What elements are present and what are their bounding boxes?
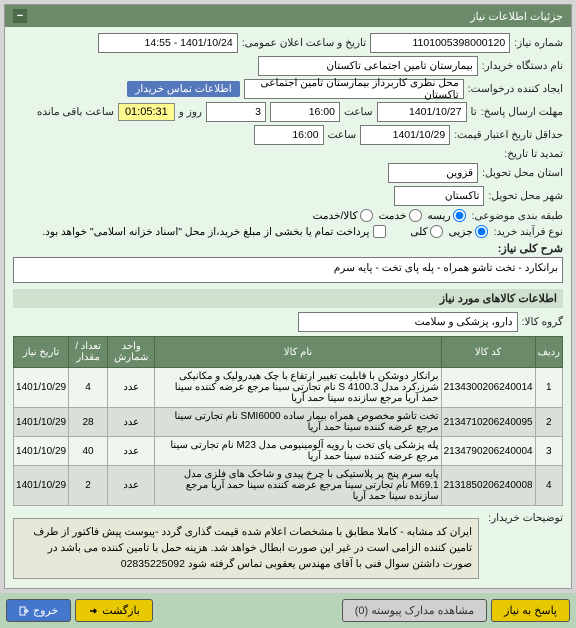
col-name: نام کالا (155, 337, 441, 368)
table-cell: 2 (535, 408, 562, 437)
col-unit: واحد شمارش (108, 337, 155, 368)
table-cell: برانکار دوشکن با قابلیت تغییر ارتفاع با … (155, 368, 441, 408)
col-code: کد کالا (441, 337, 535, 368)
summary-field: برانکارد - تخت تاشو همراه - پله پای تخت … (13, 257, 563, 283)
countdown-timer: 01:05:31 (118, 103, 175, 121)
col-date: تاریخ نیاز (14, 337, 69, 368)
creator-field: محل نظری کاربرداز بیمارستان تامین اجتماع… (244, 79, 464, 99)
table-row: 32134790206240004پله پزشکی پای تخت با رو… (14, 437, 563, 466)
buyer-notes-label: توضیحات خریدار: (483, 512, 563, 524)
table-cell: 4 (535, 466, 562, 506)
table-cell: پایه سرم پنج پر پلاستیکی با چرخ پیدی و ش… (155, 466, 441, 506)
city-label: شهر محل تحویل: (488, 190, 563, 202)
table-cell: 4 (69, 368, 108, 408)
city-field: تاکستان (394, 186, 484, 206)
table-cell: پله پزشکی پای تخت با رویه آلومینیومی مدل… (155, 437, 441, 466)
class-both-radio[interactable]: کالا/خدمت (313, 209, 373, 222)
col-row: ردیف (535, 337, 562, 368)
view-attachments-button[interactable]: مشاهده مدارک پیوسته (0) (342, 599, 487, 622)
return-button[interactable]: بازگشت (75, 599, 153, 622)
table-cell: 1401/10/29 (14, 437, 69, 466)
deadline-label: مهلت ارسال پاسخ: (481, 106, 563, 118)
items-header: اطلاعات کالاهای مورد نیاز (13, 289, 563, 308)
days-label: روز و (179, 106, 202, 118)
province-label: استان محل تحویل: (482, 167, 563, 179)
remain-label: ساعت باقی مانده (37, 106, 114, 118)
buyer-label: نام دستگاه خریدار: (482, 60, 563, 72)
payment-note: پرداخت تمام یا بخشی از مبلغ خرید،از محل … (42, 226, 369, 238)
col-qty: تعداد / مقدار (69, 337, 108, 368)
req-no-field: 1101005398000120 (370, 33, 510, 53)
time-label-2: ساعت (328, 129, 357, 141)
class-srv-radio[interactable]: خدمت (379, 209, 422, 222)
table-cell: عدد (108, 408, 155, 437)
table-cell: 1401/10/29 (14, 368, 69, 408)
until-label: تا (471, 106, 477, 118)
proc-label: نوع فرآیند خرید: (494, 226, 563, 238)
table-cell: 28 (69, 408, 108, 437)
buyer-field: بیمارستان تامین اجتماعی تاکستان (258, 56, 478, 76)
group-label: گروه کالا: (522, 316, 563, 328)
table-cell: عدد (108, 437, 155, 466)
arrow-icon (88, 606, 98, 616)
pub-dt-label: تاریخ و ساعت اعلان عمومی: (242, 37, 366, 49)
group-field: دارو، پزشکی و سلامت (298, 312, 518, 332)
validity-time-field: 16:00 (254, 125, 324, 145)
panel-title: جزئیات اطلاعات نیاز (470, 10, 563, 23)
contact-buyer-link[interactable]: اطلاعات تماس خریدار (127, 81, 239, 97)
validity-date-field: 1401/10/29 (360, 125, 450, 145)
respond-button[interactable]: پاسخ به نیاز (491, 599, 570, 622)
table-cell: 2134710206240095 (441, 408, 535, 437)
proc-partly-radio[interactable]: جزیی (449, 225, 488, 238)
payment-checkbox-row: پرداخت تمام یا بخشی از مبلغ خرید،از محل … (42, 225, 386, 238)
table-cell: 2131850206240008 (441, 466, 535, 506)
table-cell: 1 (535, 368, 562, 408)
table-cell: 2134790206240004 (441, 437, 535, 466)
table-cell: عدد (108, 368, 155, 408)
extra-label: تمدید تا تاریخ: (504, 148, 563, 160)
summary-label: شرح کلی نیاز: (13, 242, 563, 255)
days-field: 3 (206, 102, 266, 122)
validity-label: حداقل تاریخ اعتبار قیمت: (454, 129, 563, 141)
deadline-date-field: 1401/10/27 (377, 102, 467, 122)
table-cell: عدد (108, 466, 155, 506)
time-label-1: ساعت (344, 106, 373, 118)
class-prod-radio[interactable]: ریسه (428, 209, 466, 222)
bottom-bar: پاسخ به نیاز مشاهده مدارک پیوسته (0) باز… (0, 593, 576, 628)
collapse-icon[interactable]: − (13, 9, 27, 23)
deadline-time-field: 16:00 (270, 102, 340, 122)
pub-dt-field: 1401/10/24 - 14:55 (98, 33, 238, 53)
table-cell: 2134300206240014 (441, 368, 535, 408)
creator-label: ایجاد کننده درخواست: (468, 83, 563, 95)
table-cell: 2 (69, 466, 108, 506)
class-label: طبقه بندی موضوعی: (472, 210, 563, 222)
table-cell: 3 (535, 437, 562, 466)
table-cell: 40 (69, 437, 108, 466)
payment-checkbox[interactable] (373, 225, 386, 238)
table-cell: 1401/10/29 (14, 408, 69, 437)
province-field: قزوین (388, 163, 478, 183)
table-cell: 1401/10/29 (14, 466, 69, 506)
buyer-notes-box: ایران کد مشابه - کاملا مطابق با مشخصات ا… (13, 518, 479, 579)
table-row: 42131850206240008پایه سرم پنج پر پلاستیک… (14, 466, 563, 506)
table-cell: تخت تاشو مخصوص همراه بیمار ساده SMI6000 … (155, 408, 441, 437)
door-icon (19, 606, 29, 616)
table-row: 12134300206240014برانکار دوشکن با قابلیت… (14, 368, 563, 408)
items-table: ردیف کد کالا نام کالا واحد شمارش تعداد /… (13, 336, 563, 506)
table-row: 22134710206240095تخت تاشو مخصوص همراه بی… (14, 408, 563, 437)
req-no-label: شماره نیاز: (514, 37, 563, 49)
exit-button[interactable]: خروج (6, 599, 71, 622)
proc-full-radio[interactable]: کلی (410, 225, 442, 238)
